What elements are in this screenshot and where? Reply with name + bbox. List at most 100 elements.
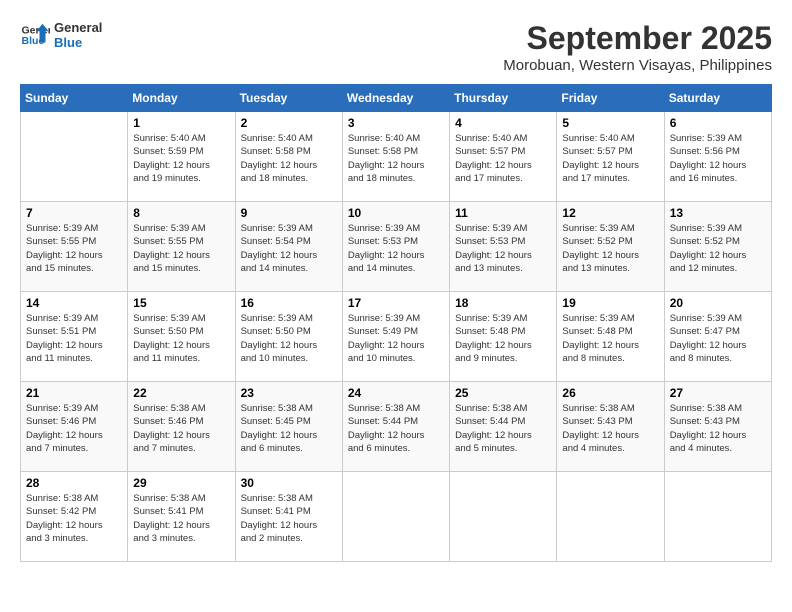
calendar-cell xyxy=(664,472,771,562)
calendar-cell: 13 Sunrise: 5:39 AM Sunset: 5:52 PM Dayli… xyxy=(664,202,771,292)
day-info: Sunrise: 5:39 AM Sunset: 5:52 PM Dayligh… xyxy=(562,222,658,275)
calendar-cell: 14 Sunrise: 5:39 AM Sunset: 5:51 PM Dayli… xyxy=(21,292,128,382)
calendar-week-row: 21 Sunrise: 5:39 AM Sunset: 5:46 PM Dayli… xyxy=(21,382,772,472)
day-info: Sunrise: 5:39 AM Sunset: 5:54 PM Dayligh… xyxy=(241,222,337,275)
calendar-header-thursday: Thursday xyxy=(450,85,557,112)
calendar-cell: 30Sunrise: 5:38 AM Sunset: 5:41 PM Dayli… xyxy=(235,472,342,562)
day-number: 26 xyxy=(562,386,658,400)
calendar-header-wednesday: Wednesday xyxy=(342,85,449,112)
day-number: 1 xyxy=(133,116,229,130)
calendar-cell: 17 Sunrise: 5:39 AM Sunset: 5:49 PM Dayli… xyxy=(342,292,449,382)
calendar-cell xyxy=(557,472,664,562)
day-info: Sunrise: 5:38 AM Sunset: 5:43 PM Dayligh… xyxy=(670,402,766,455)
calendar-cell: 2 Sunrise: 5:40 AM Sunset: 5:58 PM Daylig… xyxy=(235,112,342,202)
day-number: 21 xyxy=(26,386,122,400)
day-info: Sunrise: 5:39 AM Sunset: 5:51 PM Dayligh… xyxy=(26,312,122,365)
calendar-cell: 25Sunrise: 5:38 AM Sunset: 5:44 PM Dayli… xyxy=(450,382,557,472)
day-info: Sunrise: 5:38 AM Sunset: 5:44 PM Dayligh… xyxy=(348,402,444,455)
calendar-cell: 28Sunrise: 5:38 AM Sunset: 5:42 PM Dayli… xyxy=(21,472,128,562)
calendar-week-row: 7 Sunrise: 5:39 AM Sunset: 5:55 PM Daylig… xyxy=(21,202,772,292)
day-info: Sunrise: 5:39 AM Sunset: 5:50 PM Dayligh… xyxy=(133,312,229,365)
day-info: Sunrise: 5:39 AM Sunset: 5:49 PM Dayligh… xyxy=(348,312,444,365)
calendar-cell: 16 Sunrise: 5:39 AM Sunset: 5:50 PM Dayli… xyxy=(235,292,342,382)
calendar-cell: 15 Sunrise: 5:39 AM Sunset: 5:50 PM Dayli… xyxy=(128,292,235,382)
calendar-cell: 19 Sunrise: 5:39 AM Sunset: 5:48 PM Dayli… xyxy=(557,292,664,382)
day-info: Sunrise: 5:39 AM Sunset: 5:52 PM Dayligh… xyxy=(670,222,766,275)
day-number: 15 xyxy=(133,296,229,310)
day-info: Sunrise: 5:40 AM Sunset: 5:58 PM Dayligh… xyxy=(348,132,444,185)
calendar-cell: 21 Sunrise: 5:39 AM Sunset: 5:46 PM Dayli… xyxy=(21,382,128,472)
calendar-cell: 7Sunrise: 5:39 AM Sunset: 5:55 PM Daylig… xyxy=(21,202,128,292)
day-info: Sunrise: 5:39 AM Sunset: 5:50 PM Dayligh… xyxy=(241,312,337,365)
calendar-cell: 12 Sunrise: 5:39 AM Sunset: 5:52 PM Dayli… xyxy=(557,202,664,292)
day-number: 22 xyxy=(133,386,229,400)
day-number: 29 xyxy=(133,476,229,490)
day-info: Sunrise: 5:39 AM Sunset: 5:48 PM Dayligh… xyxy=(455,312,551,365)
day-number: 27 xyxy=(670,386,766,400)
day-info: Sunrise: 5:39 AM Sunset: 5:53 PM Dayligh… xyxy=(455,222,551,275)
day-info: Sunrise: 5:39 AM Sunset: 5:46 PM Dayligh… xyxy=(26,402,122,455)
calendar-header-row: SundayMondayTuesdayWednesdayThursdayFrid… xyxy=(21,85,772,112)
calendar-cell: 27 Sunrise: 5:38 AM Sunset: 5:43 PM Dayli… xyxy=(664,382,771,472)
calendar-cell: 26Sunrise: 5:38 AM Sunset: 5:43 PM Dayli… xyxy=(557,382,664,472)
calendar-cell: 22 Sunrise: 5:38 AM Sunset: 5:46 PM Dayli… xyxy=(128,382,235,472)
day-number: 20 xyxy=(670,296,766,310)
page-header: General Blue General Blue September 2025… xyxy=(20,20,772,74)
logo-text-line2: Blue xyxy=(54,35,102,50)
calendar-cell: 8 Sunrise: 5:39 AM Sunset: 5:55 PM Daylig… xyxy=(128,202,235,292)
day-info: Sunrise: 5:38 AM Sunset: 5:46 PM Dayligh… xyxy=(133,402,229,455)
title-block: September 2025 Morobuan, Western Visayas… xyxy=(503,20,772,74)
location-title: Morobuan, Western Visayas, Philippines xyxy=(503,57,772,74)
day-info: Sunrise: 5:39 AM Sunset: 5:47 PM Dayligh… xyxy=(670,312,766,365)
day-number: 10 xyxy=(348,206,444,220)
calendar-cell: 23 Sunrise: 5:38 AM Sunset: 5:45 PM Dayli… xyxy=(235,382,342,472)
logo-text-line1: General xyxy=(54,20,102,35)
calendar-cell: 10 Sunrise: 5:39 AM Sunset: 5:53 PM Dayli… xyxy=(342,202,449,292)
calendar-cell: 9Sunrise: 5:39 AM Sunset: 5:54 PM Daylig… xyxy=(235,202,342,292)
logo: General Blue General Blue xyxy=(20,20,102,50)
calendar-cell: 6Sunrise: 5:39 AM Sunset: 5:56 PM Daylig… xyxy=(664,112,771,202)
day-number: 13 xyxy=(670,206,766,220)
day-number: 12 xyxy=(562,206,658,220)
day-info: Sunrise: 5:38 AM Sunset: 5:41 PM Dayligh… xyxy=(133,492,229,545)
day-number: 25 xyxy=(455,386,551,400)
calendar-week-row: 14 Sunrise: 5:39 AM Sunset: 5:51 PM Dayli… xyxy=(21,292,772,382)
day-number: 23 xyxy=(241,386,337,400)
day-info: Sunrise: 5:40 AM Sunset: 5:58 PM Dayligh… xyxy=(241,132,337,185)
day-info: Sunrise: 5:39 AM Sunset: 5:55 PM Dayligh… xyxy=(133,222,229,275)
day-number: 19 xyxy=(562,296,658,310)
calendar-header-monday: Monday xyxy=(128,85,235,112)
calendar-table: SundayMondayTuesdayWednesdayThursdayFrid… xyxy=(20,84,772,562)
calendar-header-friday: Friday xyxy=(557,85,664,112)
calendar-week-row: 28Sunrise: 5:38 AM Sunset: 5:42 PM Dayli… xyxy=(21,472,772,562)
day-number: 24 xyxy=(348,386,444,400)
calendar-cell: 4Sunrise: 5:40 AM Sunset: 5:57 PM Daylig… xyxy=(450,112,557,202)
day-info: Sunrise: 5:40 AM Sunset: 5:57 PM Dayligh… xyxy=(455,132,551,185)
logo-icon: General Blue xyxy=(20,20,50,50)
day-number: 11 xyxy=(455,206,551,220)
day-number: 14 xyxy=(26,296,122,310)
day-info: Sunrise: 5:39 AM Sunset: 5:53 PM Dayligh… xyxy=(348,222,444,275)
day-number: 17 xyxy=(348,296,444,310)
calendar-cell: 18Sunrise: 5:39 AM Sunset: 5:48 PM Dayli… xyxy=(450,292,557,382)
calendar-cell: 29 Sunrise: 5:38 AM Sunset: 5:41 PM Dayli… xyxy=(128,472,235,562)
day-info: Sunrise: 5:38 AM Sunset: 5:42 PM Dayligh… xyxy=(26,492,122,545)
day-number: 8 xyxy=(133,206,229,220)
day-number: 2 xyxy=(241,116,337,130)
day-number: 3 xyxy=(348,116,444,130)
calendar-week-row: 1Sunrise: 5:40 AM Sunset: 5:59 PM Daylig… xyxy=(21,112,772,202)
calendar-cell xyxy=(342,472,449,562)
day-info: Sunrise: 5:39 AM Sunset: 5:48 PM Dayligh… xyxy=(562,312,658,365)
calendar-cell xyxy=(450,472,557,562)
day-number: 7 xyxy=(26,206,122,220)
calendar-cell: 3 Sunrise: 5:40 AM Sunset: 5:58 PM Daylig… xyxy=(342,112,449,202)
calendar-cell: 5 Sunrise: 5:40 AM Sunset: 5:57 PM Daylig… xyxy=(557,112,664,202)
day-number: 5 xyxy=(562,116,658,130)
calendar-header-tuesday: Tuesday xyxy=(235,85,342,112)
day-info: Sunrise: 5:40 AM Sunset: 5:57 PM Dayligh… xyxy=(562,132,658,185)
day-number: 16 xyxy=(241,296,337,310)
calendar-cell: 1Sunrise: 5:40 AM Sunset: 5:59 PM Daylig… xyxy=(128,112,235,202)
calendar-header-sunday: Sunday xyxy=(21,85,128,112)
day-info: Sunrise: 5:38 AM Sunset: 5:45 PM Dayligh… xyxy=(241,402,337,455)
calendar-cell: 20 Sunrise: 5:39 AM Sunset: 5:47 PM Dayli… xyxy=(664,292,771,382)
